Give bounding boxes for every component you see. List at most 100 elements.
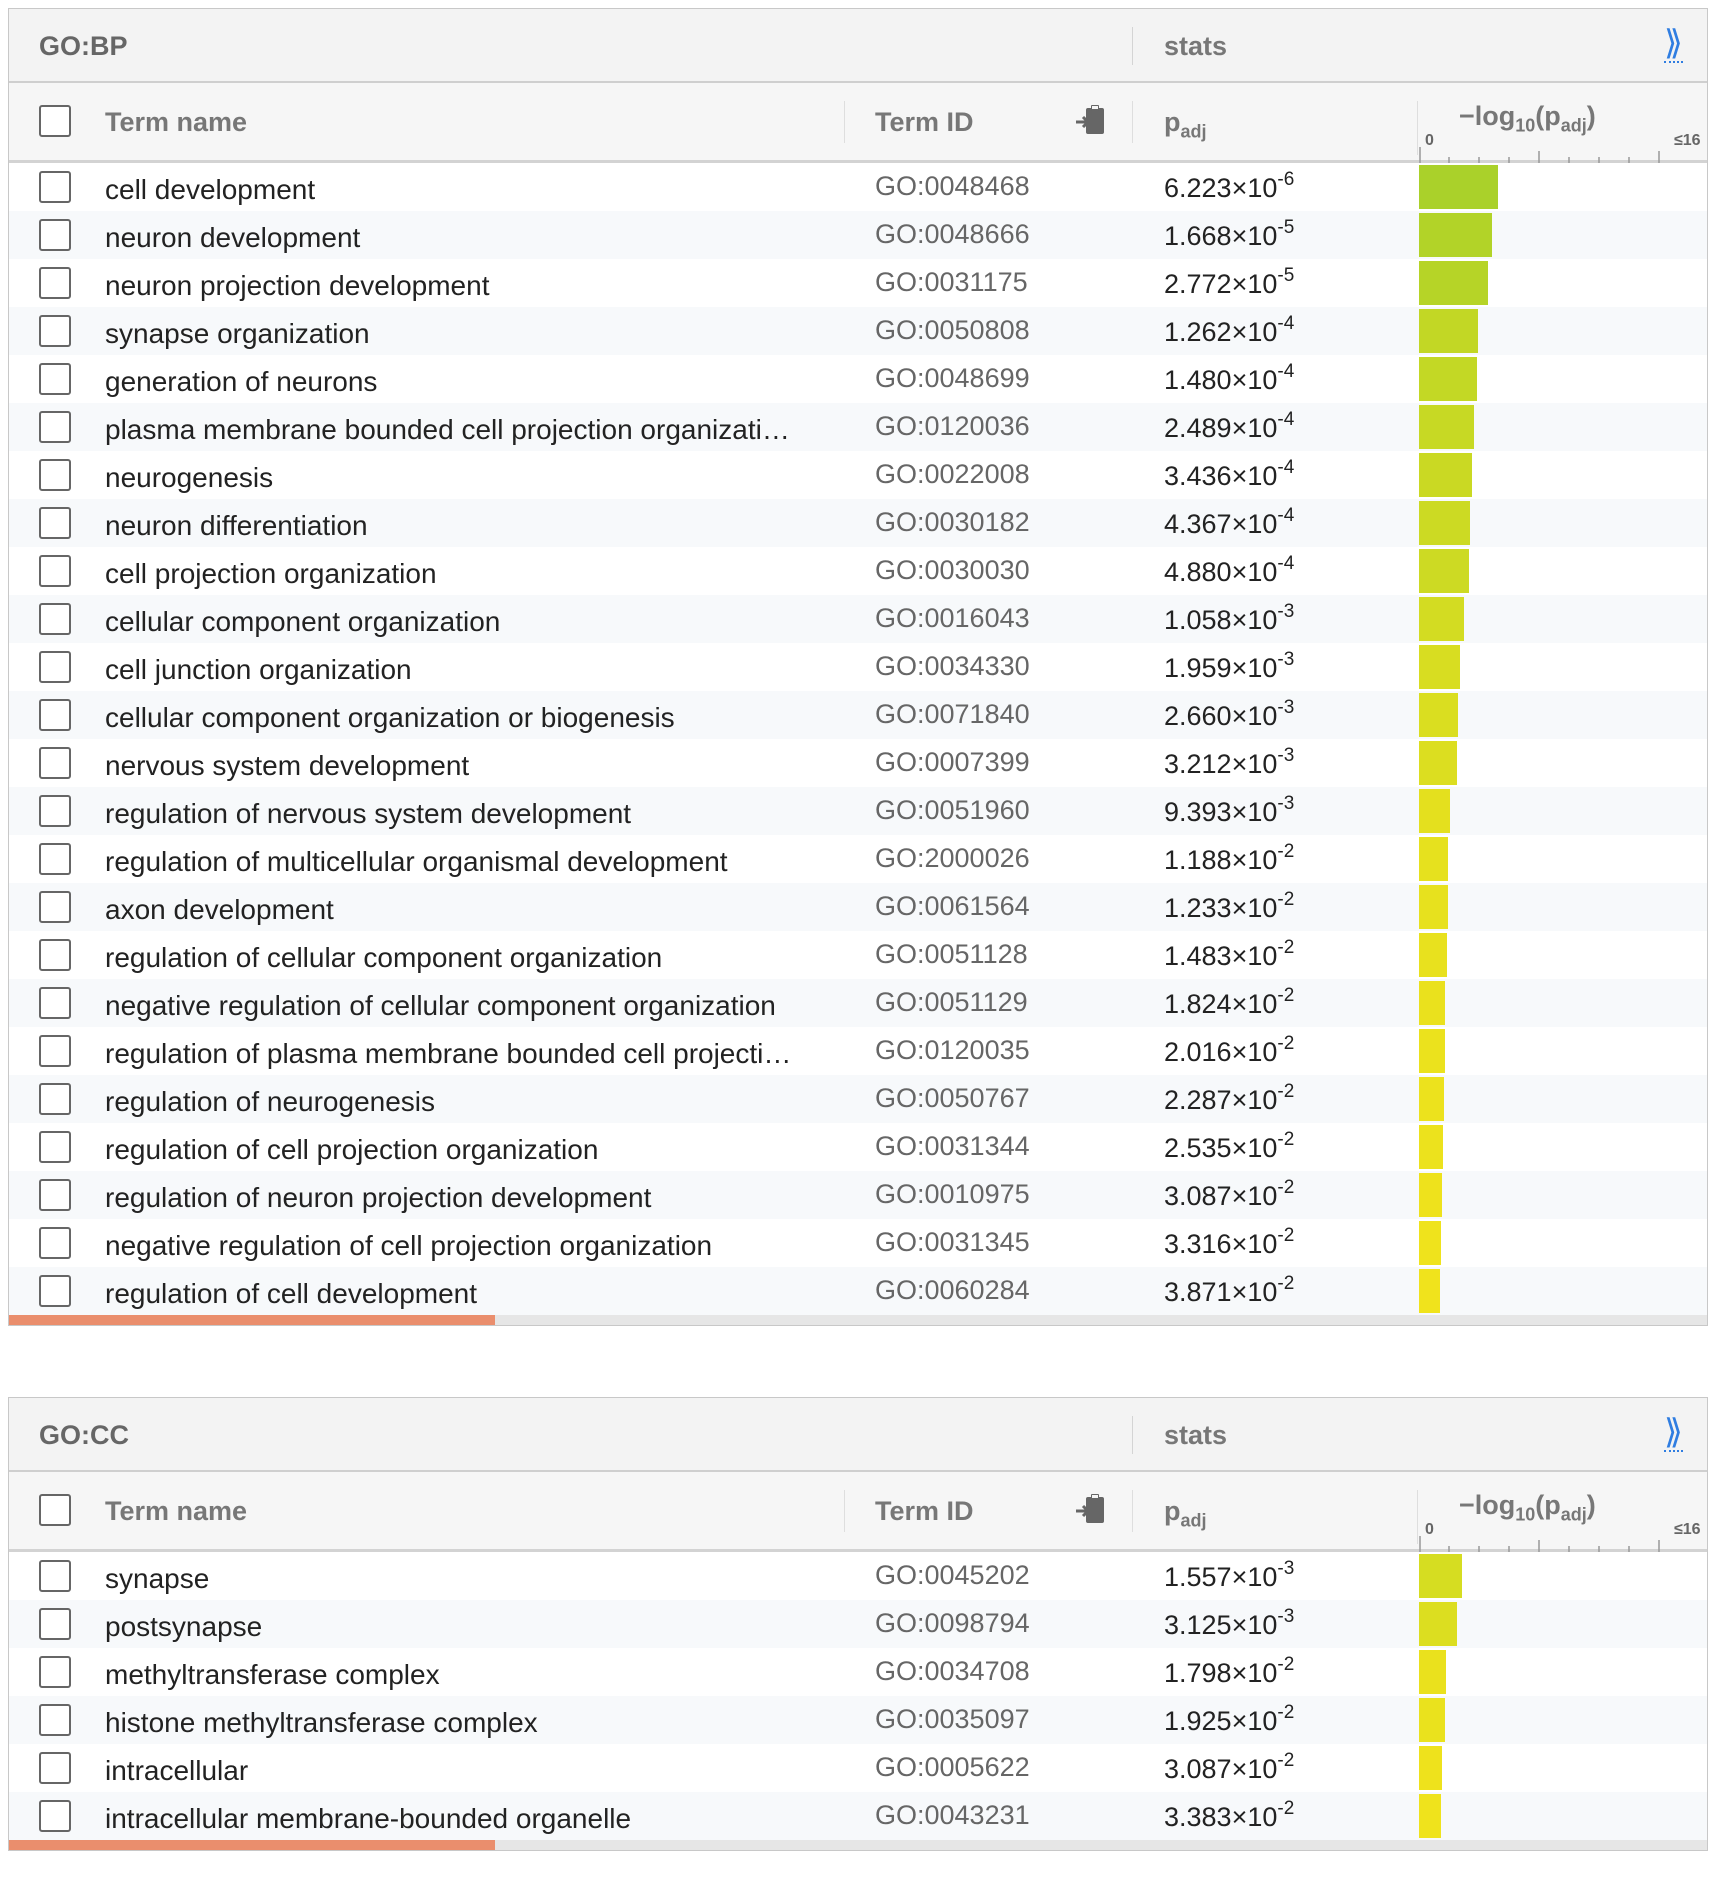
table-row[interactable]: axon development GO:0061564 1.233×10-2 — [9, 883, 1707, 931]
row-checkbox[interactable] — [39, 1656, 71, 1688]
p-adj-header[interactable]: padj — [1164, 1496, 1207, 1531]
table-row[interactable]: synapse organization GO:0050808 1.262×10-4 — [9, 307, 1707, 355]
term-id-link[interactable]: GO:0030182 — [875, 507, 1030, 538]
row-checkbox[interactable] — [39, 507, 71, 539]
row-checkbox[interactable] — [39, 1035, 71, 1067]
table-row[interactable]: histone methyltransferase complex GO:0035… — [9, 1696, 1707, 1744]
table-row[interactable]: regulation of cell projection organizati… — [9, 1123, 1707, 1171]
row-checkbox[interactable] — [39, 699, 71, 731]
clipboard-icon[interactable] — [1074, 105, 1108, 137]
row-checkbox[interactable] — [39, 1083, 71, 1115]
row-checkbox[interactable] — [39, 1752, 71, 1784]
term-id-link[interactable]: GO:0005622 — [875, 1752, 1030, 1783]
table-row[interactable]: regulation of neuron projection developm… — [9, 1171, 1707, 1219]
term-id-link[interactable]: GO:2000026 — [875, 843, 1030, 874]
term-id-header[interactable]: Term ID — [875, 1496, 974, 1527]
term-id-link[interactable]: GO:0007399 — [875, 747, 1030, 778]
row-checkbox[interactable] — [39, 939, 71, 971]
term-id-link[interactable]: GO:0010975 — [875, 1179, 1030, 1210]
term-id-link[interactable]: GO:0034330 — [875, 651, 1030, 682]
scrollbar-thumb[interactable] — [9, 1315, 495, 1325]
table-row[interactable]: cellular component organization GO:001604… — [9, 595, 1707, 643]
term-id-link[interactable]: GO:0051129 — [875, 987, 1028, 1018]
term-id-link[interactable]: GO:0098794 — [875, 1608, 1030, 1639]
term-id-link[interactable]: GO:0071840 — [875, 699, 1030, 730]
horizontal-scrollbar[interactable] — [9, 1840, 1707, 1850]
row-checkbox[interactable] — [39, 1608, 71, 1640]
double-chevron-right-icon[interactable]: ⟫ — [1664, 25, 1683, 63]
term-id-link[interactable]: GO:0048699 — [875, 363, 1030, 394]
term-id-link[interactable]: GO:0035097 — [875, 1704, 1030, 1735]
term-id-link[interactable]: GO:0016043 — [875, 603, 1030, 634]
term-id-link[interactable]: GO:0051960 — [875, 795, 1030, 826]
row-checkbox[interactable] — [39, 603, 71, 635]
term-id-link[interactable]: GO:0050808 — [875, 315, 1030, 346]
table-row[interactable]: synapse GO:0045202 1.557×10-3 — [9, 1552, 1707, 1600]
table-row[interactable]: postsynapse GO:0098794 3.125×10-3 — [9, 1600, 1707, 1648]
scrollbar-thumb[interactable] — [9, 1840, 495, 1850]
term-name-header[interactable]: Term name — [105, 107, 247, 138]
table-row[interactable]: cell projection organization GO:0030030 4.… — [9, 547, 1707, 595]
table-row[interactable]: regulation of neurogenesis GO:0050767 2.28… — [9, 1075, 1707, 1123]
term-id-link[interactable]: GO:0048468 — [875, 171, 1030, 202]
term-id-link[interactable]: GO:0120035 — [875, 1035, 1030, 1066]
table-row[interactable]: plasma membrane bounded cell projection … — [9, 403, 1707, 451]
row-checkbox[interactable] — [39, 747, 71, 779]
row-checkbox[interactable] — [39, 891, 71, 923]
double-chevron-right-icon[interactable]: ⟫ — [1664, 1414, 1683, 1452]
row-checkbox[interactable] — [39, 1704, 71, 1736]
row-checkbox[interactable] — [39, 651, 71, 683]
table-row[interactable]: neuron differentiation GO:0030182 4.367×10… — [9, 499, 1707, 547]
row-checkbox[interactable] — [39, 1560, 71, 1592]
table-row[interactable]: negative regulation of cellular componen… — [9, 979, 1707, 1027]
row-checkbox[interactable] — [39, 795, 71, 827]
row-checkbox[interactable] — [39, 1179, 71, 1211]
term-id-link[interactable]: GO:0048666 — [875, 219, 1030, 250]
table-row[interactable]: neuron development GO:0048666 1.668×10-5 — [9, 211, 1707, 259]
select-all-checkbox[interactable] — [39, 1494, 71, 1526]
table-row[interactable]: neuron projection development GO:0031175 2… — [9, 259, 1707, 307]
row-checkbox[interactable] — [39, 1800, 71, 1832]
row-checkbox[interactable] — [39, 267, 71, 299]
term-id-link[interactable]: GO:0061564 — [875, 891, 1030, 922]
row-checkbox[interactable] — [39, 1227, 71, 1259]
row-checkbox[interactable] — [39, 315, 71, 347]
table-row[interactable]: generation of neurons GO:0048699 1.480×10-… — [9, 355, 1707, 403]
clipboard-icon[interactable] — [1074, 1494, 1108, 1526]
table-row[interactable]: neurogenesis GO:0022008 3.436×10-4 — [9, 451, 1707, 499]
table-row[interactable]: cell junction organization GO:0034330 1.95… — [9, 643, 1707, 691]
row-checkbox[interactable] — [39, 987, 71, 1019]
term-id-link[interactable]: GO:0120036 — [875, 411, 1030, 442]
table-row[interactable]: cell development GO:0048468 6.223×10-6 — [9, 163, 1707, 211]
term-id-link[interactable]: GO:0051128 — [875, 939, 1028, 970]
p-adj-header[interactable]: padj — [1164, 107, 1207, 142]
table-row[interactable]: regulation of nervous system development… — [9, 787, 1707, 835]
horizontal-scrollbar[interactable] — [9, 1315, 1707, 1325]
table-row[interactable]: intracellular membrane-bounded organelle… — [9, 1792, 1707, 1840]
row-checkbox[interactable] — [39, 555, 71, 587]
row-checkbox[interactable] — [39, 171, 71, 203]
row-checkbox[interactable] — [39, 219, 71, 251]
term-id-link[interactable]: GO:0060284 — [875, 1275, 1030, 1306]
term-id-link[interactable]: GO:0043231 — [875, 1800, 1030, 1831]
table-row[interactable]: negative regulation of cell projection o… — [9, 1219, 1707, 1267]
table-row[interactable]: regulation of cellular component organiz… — [9, 931, 1707, 979]
term-name-header[interactable]: Term name — [105, 1496, 247, 1527]
table-row[interactable]: nervous system development GO:0007399 3.21… — [9, 739, 1707, 787]
term-id-link[interactable]: GO:0022008 — [875, 459, 1030, 490]
row-checkbox[interactable] — [39, 411, 71, 443]
table-row[interactable]: regulation of cell development GO:0060284… — [9, 1267, 1707, 1315]
row-checkbox[interactable] — [39, 1131, 71, 1163]
table-row[interactable]: cellular component organization or bioge… — [9, 691, 1707, 739]
table-row[interactable]: intracellular GO:0005622 3.087×10-2 — [9, 1744, 1707, 1792]
term-id-link[interactable]: GO:0031175 — [875, 267, 1028, 298]
table-row[interactable]: regulation of plasma membrane bounded ce… — [9, 1027, 1707, 1075]
select-all-checkbox[interactable] — [39, 105, 71, 137]
row-checkbox[interactable] — [39, 363, 71, 395]
term-id-link[interactable]: GO:0050767 — [875, 1083, 1030, 1114]
term-id-header[interactable]: Term ID — [875, 107, 974, 138]
table-row[interactable]: regulation of multicellular organismal d… — [9, 835, 1707, 883]
row-checkbox[interactable] — [39, 459, 71, 491]
row-checkbox[interactable] — [39, 843, 71, 875]
term-id-link[interactable]: GO:0031345 — [875, 1227, 1030, 1258]
